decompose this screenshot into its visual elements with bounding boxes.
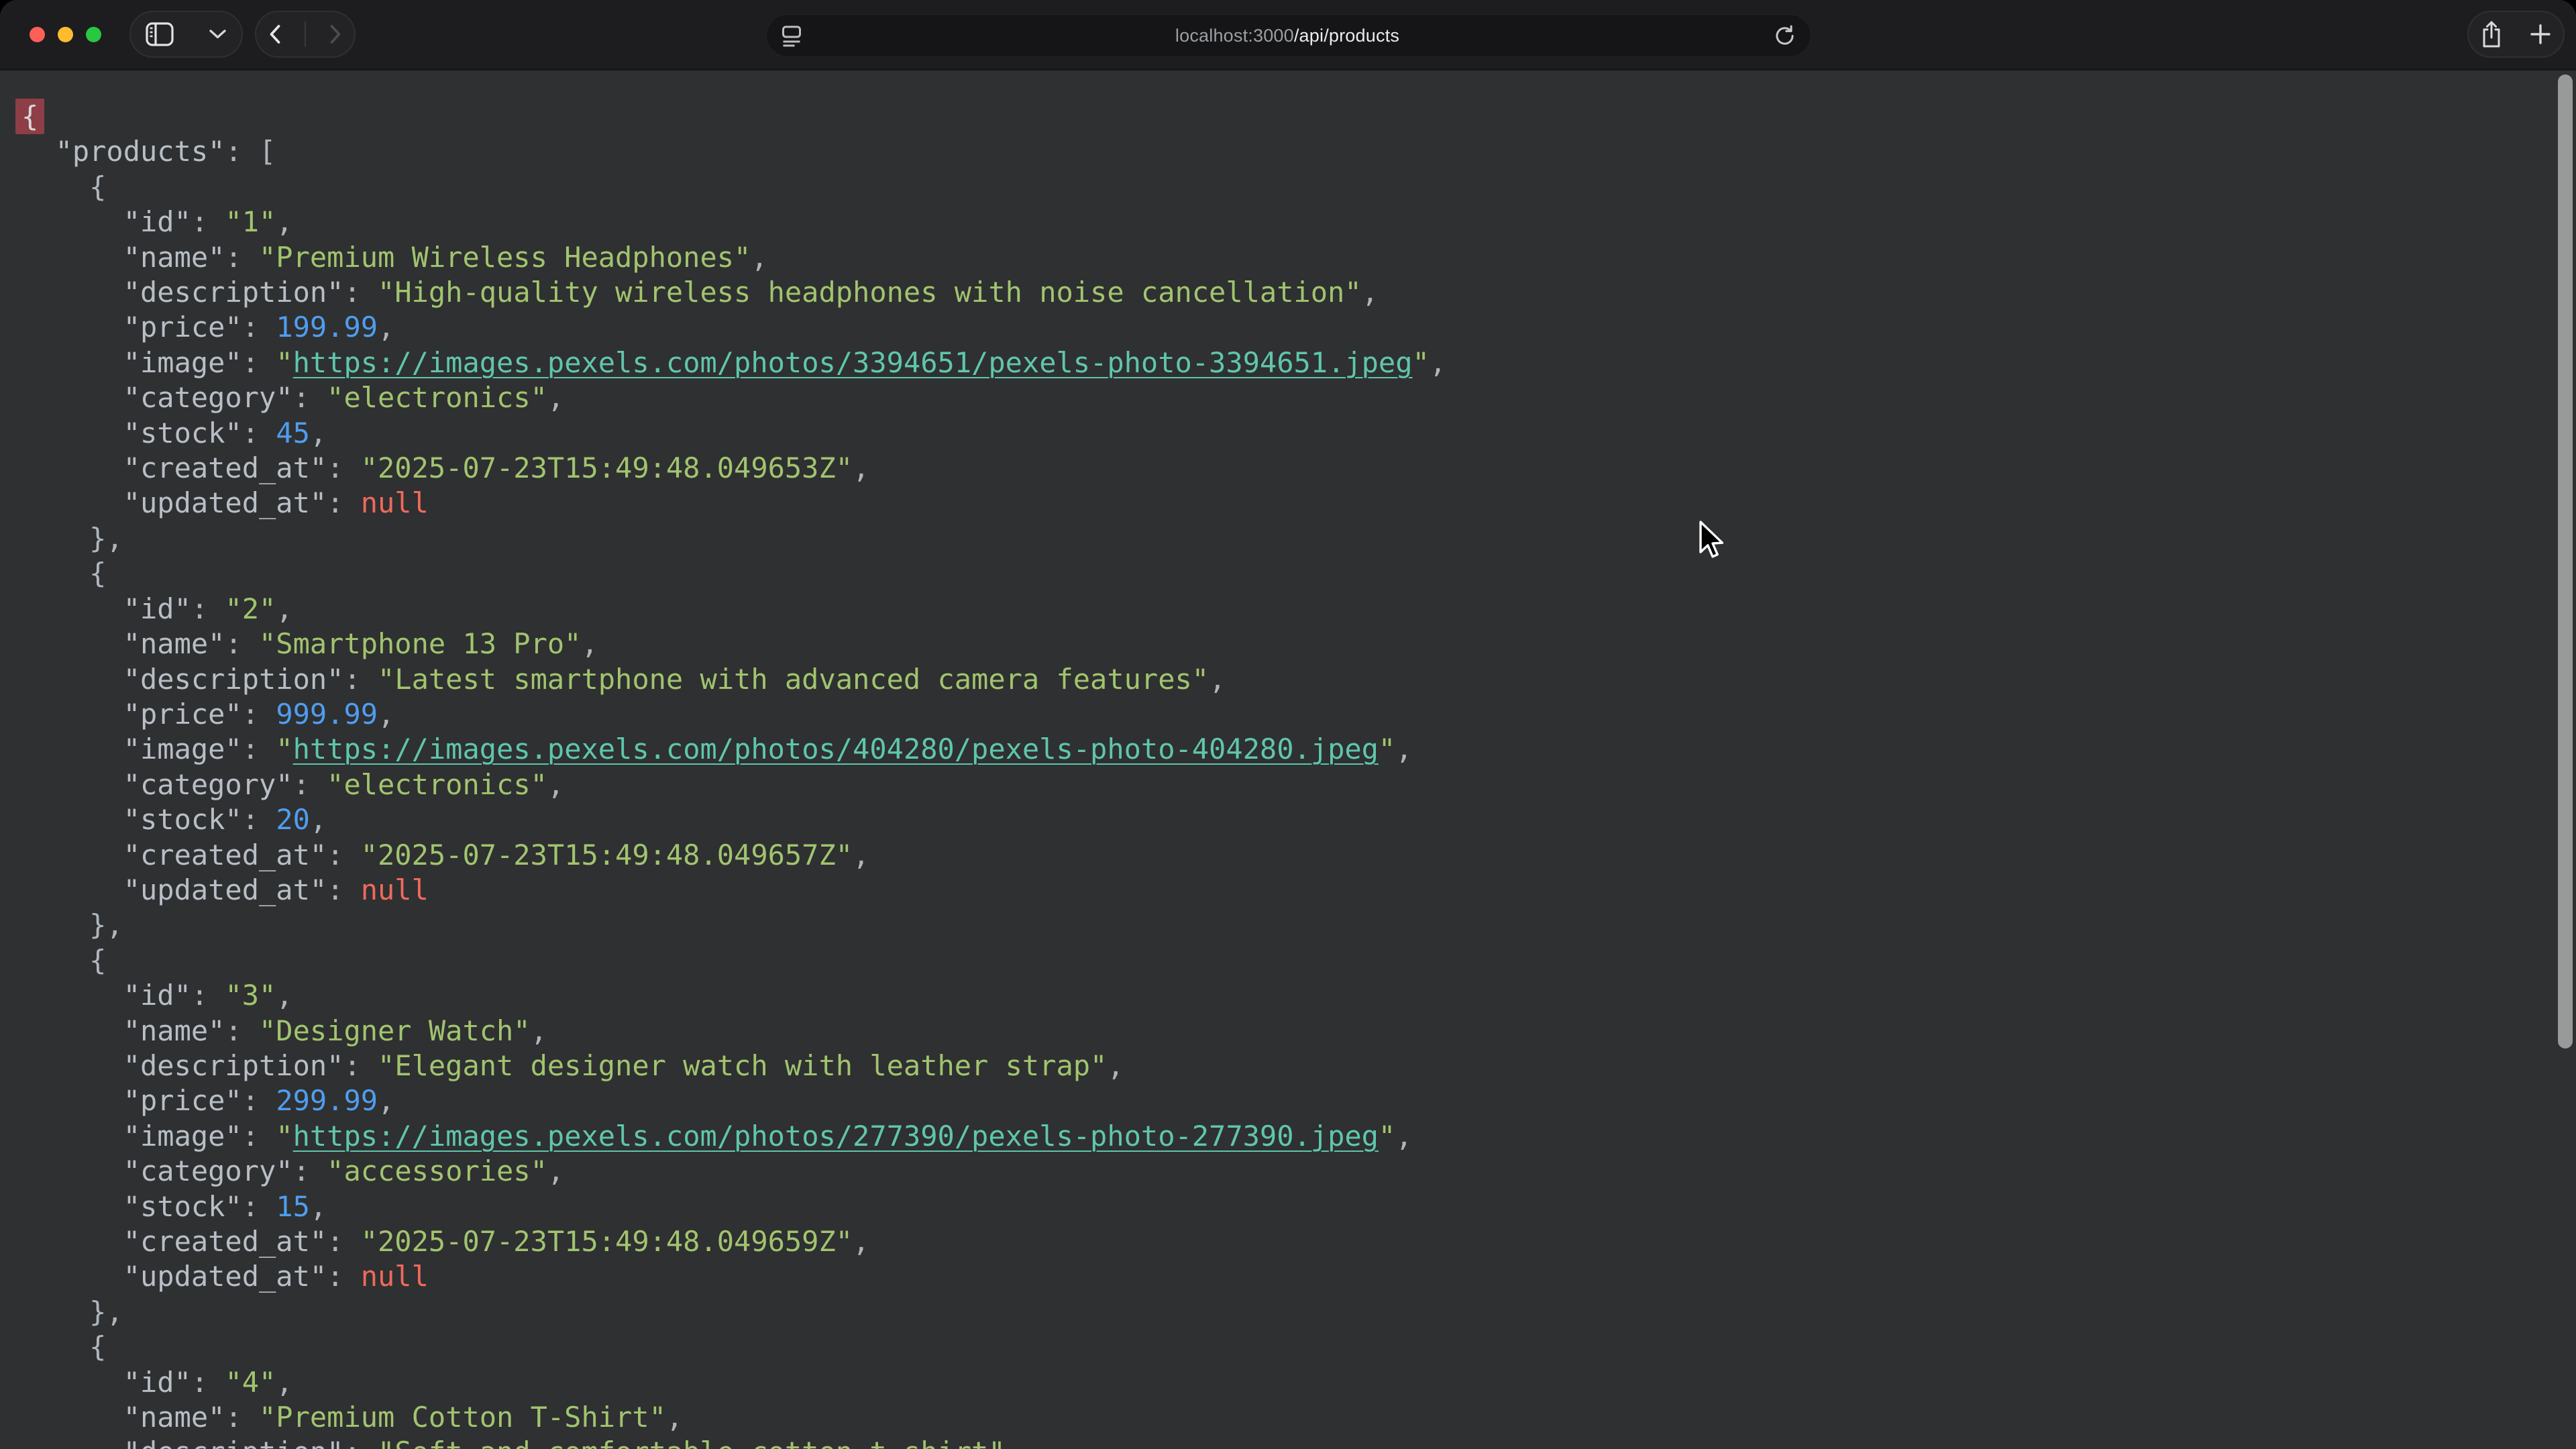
code-line: "updated_at": null — [21, 873, 2576, 908]
image-url-link[interactable]: https://images.pexels.com/photos/3394651… — [293, 346, 1413, 379]
close-button[interactable] — [30, 27, 45, 42]
json-viewer: { "products": [ { "id": "1", "name": "Pr… — [0, 72, 2576, 1449]
fullscreen-button[interactable] — [86, 27, 101, 42]
code-line: { — [21, 170, 2576, 205]
code-line: { — [21, 1330, 2576, 1364]
page-settings-icon — [782, 24, 802, 47]
tab-group-menu-button[interactable] — [209, 12, 227, 56]
code-line: }, — [21, 1295, 2576, 1330]
code-line: "image": "https://images.pexels.com/phot… — [21, 732, 2576, 767]
code-line: "image": "https://images.pexels.com/phot… — [21, 345, 2576, 380]
code-line: "id": "2", — [21, 592, 2576, 627]
reload-icon — [1773, 24, 1796, 47]
share-icon — [2481, 20, 2502, 48]
browser-window: localhost:3000/api/products — [0, 0, 2576, 1449]
url-text: localhost:3000/api/products — [802, 25, 1773, 46]
image-url-link[interactable]: https://images.pexels.com/photos/277390/… — [293, 1120, 1379, 1152]
navigation-button-group — [255, 11, 356, 58]
code-line: { — [21, 556, 2576, 591]
code-line: "category": "accessories", — [21, 1154, 2576, 1189]
code-line: "created_at": "2025-07-23T15:49:48.04965… — [21, 1224, 2576, 1259]
sidebar-icon — [146, 22, 174, 46]
plus-icon — [2530, 23, 2551, 45]
scrollbar-thumb[interactable] — [2558, 74, 2573, 1049]
code-line: "price": 999.99, — [21, 697, 2576, 732]
toolbar: localhost:3000/api/products — [0, 0, 2576, 70]
code-line: "stock": 20, — [21, 802, 2576, 837]
code-line: { — [21, 943, 2576, 978]
code-line: "created_at": "2025-07-23T15:49:48.04965… — [21, 838, 2576, 873]
share-button-group — [2467, 11, 2565, 58]
code-line: "category": "electronics", — [21, 767, 2576, 802]
minimize-button[interactable] — [58, 27, 73, 42]
code-line: "name": "Smartphone 13 Pro", — [21, 627, 2576, 661]
code-line: "stock": 15, — [21, 1189, 2576, 1224]
nav-divider — [305, 21, 306, 47]
code-line: "category": "electronics", — [21, 380, 2576, 415]
address-bar[interactable]: localhost:3000/api/products — [766, 14, 1811, 57]
code-line: "name": "Premium Cotton T-Shirt", — [21, 1400, 2576, 1435]
code-line: "updated_at": null — [21, 486, 2576, 521]
code-line: "price": 299.99, — [21, 1083, 2576, 1118]
image-url-link[interactable]: https://images.pexels.com/photos/404280/… — [293, 733, 1379, 765]
reload-button[interactable] — [1773, 24, 1796, 47]
code-line: "price": 199.99, — [21, 310, 2576, 345]
back-button[interactable] — [268, 12, 282, 56]
code-line: "image": "https://images.pexels.com/phot… — [21, 1119, 2576, 1154]
new-tab-button[interactable] — [2530, 12, 2551, 56]
chevron-left-icon — [268, 24, 282, 44]
json-body: { "products": [ { "id": "1", "name": "Pr… — [0, 72, 2576, 1449]
chevron-down-icon — [209, 29, 227, 40]
code-line: }, — [21, 908, 2576, 943]
code-line: "name": "Designer Watch", — [21, 1014, 2576, 1049]
code-line: "products": [ — [21, 134, 2576, 169]
sidebar-toggle-button[interactable] — [146, 12, 174, 56]
code-line: "description": "High-quality wireless he… — [21, 275, 2576, 310]
code-line: "stock": 45, — [21, 416, 2576, 451]
code-line: "id": "1", — [21, 205, 2576, 239]
forward-button[interactable] — [329, 12, 342, 56]
code-line: "description": "Elegant designer watch w… — [21, 1049, 2576, 1083]
code-line: "name": "Premium Wireless Headphones", — [21, 240, 2576, 275]
code-line: "description": "Latest smartphone with a… — [21, 662, 2576, 697]
url-path: /api/products — [1294, 25, 1399, 46]
url-host: localhost:3000 — [1175, 25, 1294, 46]
code-line: "id": "4", — [21, 1365, 2576, 1400]
code-line: }, — [21, 521, 2576, 556]
code-line: "id": "3", — [21, 978, 2576, 1013]
code-line: "updated_at": null — [21, 1259, 2576, 1294]
sidebar-button-group — [129, 11, 243, 58]
code-line: { — [21, 99, 2576, 134]
page-settings-button[interactable] — [782, 24, 802, 47]
share-button[interactable] — [2481, 12, 2502, 56]
code-line: "created_at": "2025-07-23T15:49:48.04965… — [21, 451, 2576, 486]
chevron-right-icon — [329, 24, 342, 44]
code-line: "description": "Soft and comfortable cot… — [21, 1435, 2576, 1449]
window-controls — [30, 27, 101, 42]
